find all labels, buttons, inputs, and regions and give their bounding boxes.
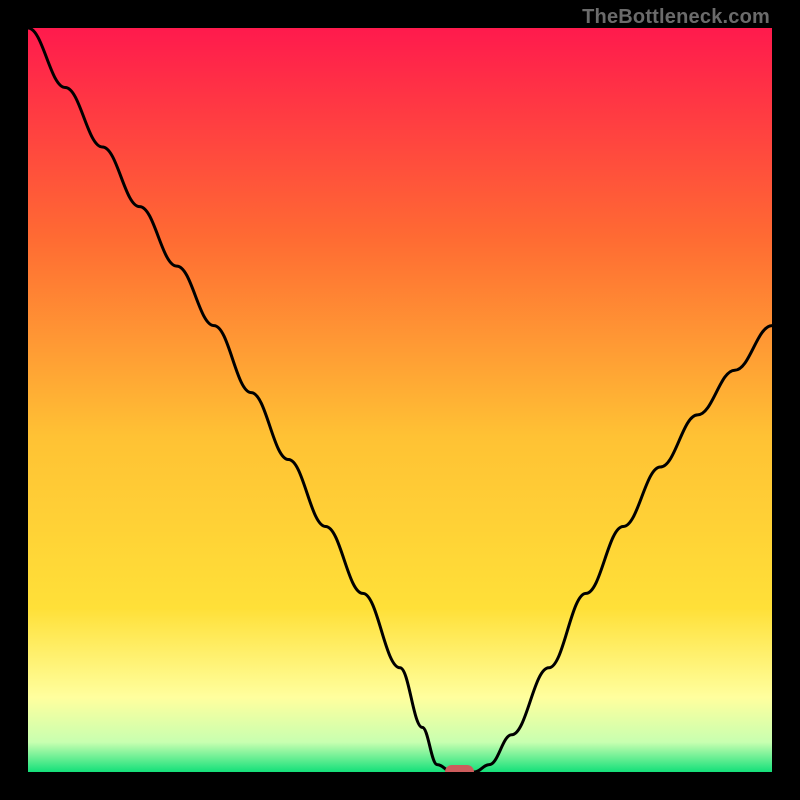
minimum-marker: [445, 765, 475, 772]
bottleneck-curve: [28, 28, 772, 772]
chart-container: TheBottleneck.com: [0, 0, 800, 800]
plot-area: [28, 28, 772, 772]
watermark-text: TheBottleneck.com: [582, 6, 770, 29]
